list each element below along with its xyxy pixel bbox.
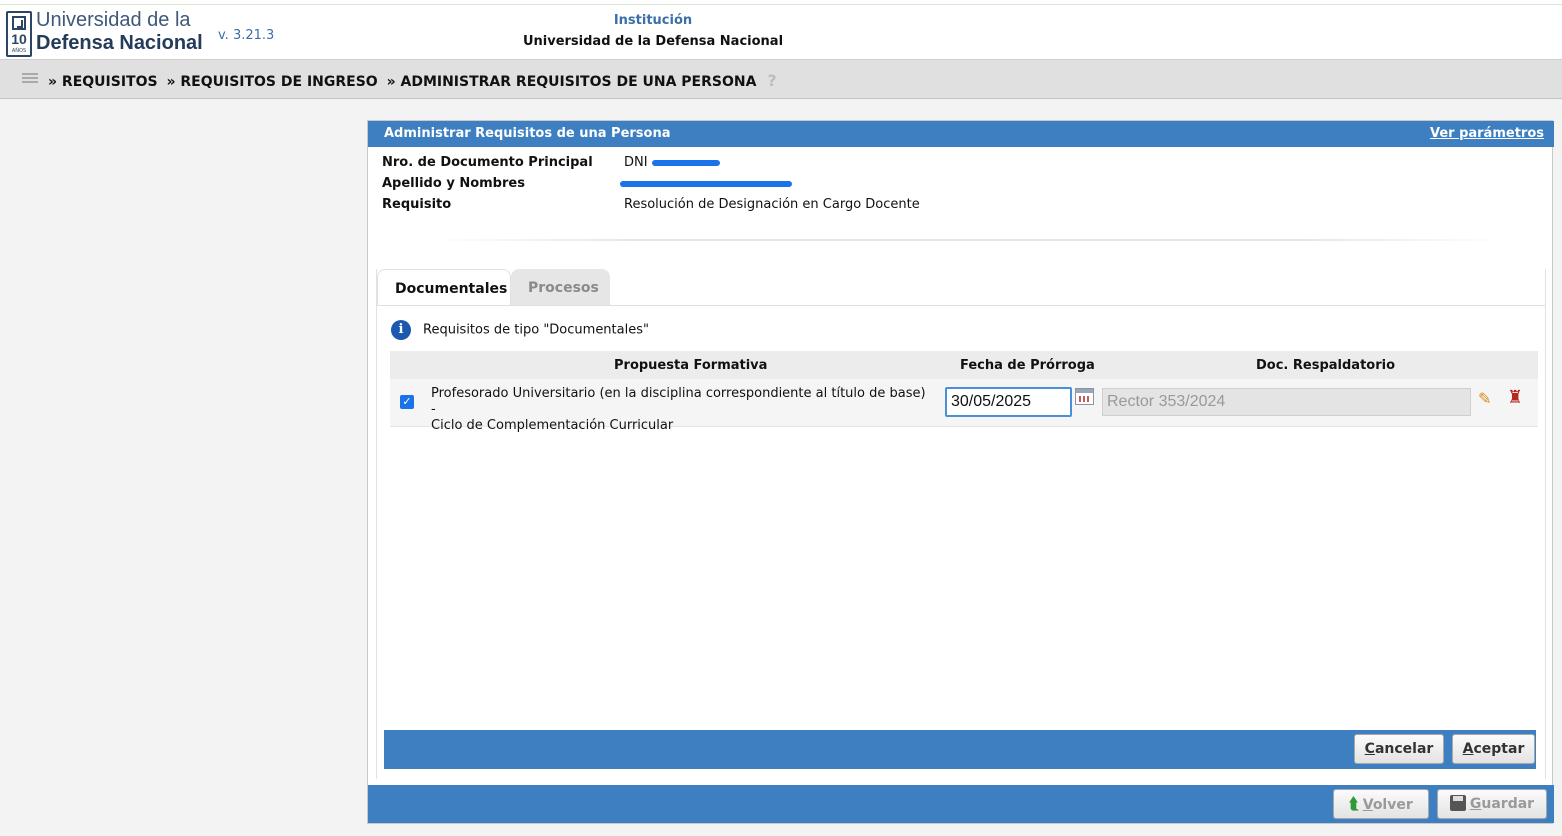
table-row: ✓ Profesorado Universitario (en la disci… — [390, 379, 1538, 433]
panel-footer: ⮬ Volver Guardar — [368, 785, 1554, 823]
navigation-bar: » REQUISITOS » REQUISITOS DE INGRESO » A… — [0, 59, 1562, 99]
info-row-requirement: Requisito Resolución de Designación en C… — [382, 197, 1282, 218]
propuesta-cell: Profesorado Universitario (en la discipl… — [431, 386, 926, 433]
column-header-doc: Doc. Respaldatorio — [1256, 358, 1396, 373]
name-value — [620, 176, 792, 191]
app-version: v. 3.21.3 — [218, 28, 275, 43]
tab-procesos[interactable]: Procesos — [511, 269, 610, 305]
institution-name: Universidad de la Defensa Nacional — [522, 34, 784, 49]
university-logo[interactable]: 10 AÑOS Universidad de la Defensa Nacion… — [6, 9, 206, 59]
breadcrumb-item-current: » ADMINISTRAR REQUISITOS DE UNA PERSONA — [386, 74, 757, 90]
tab-documentales[interactable]: Documentales — [377, 269, 511, 305]
main-panel: Administrar Requisitos de una Persona Ve… — [367, 120, 1554, 824]
save-disk-icon — [1449, 795, 1466, 811]
info-message-text: Requisitos de tipo "Documentales" — [423, 322, 649, 338]
edit-pencil-icon[interactable]: ✎ — [1478, 389, 1496, 408]
help-icon[interactable]: ? — [767, 71, 776, 90]
section-divider — [428, 239, 1508, 241]
tab-content: i Requisitos de tipo "Documentales" Propu… — [377, 305, 1545, 779]
logo-emblem-icon: 10 AÑOS — [6, 11, 32, 57]
logo-years: AÑOS — [11, 48, 27, 54]
breadcrumb: » REQUISITOS » REQUISITOS DE INGRESO » A… — [48, 71, 781, 90]
fecha-prorroga-input[interactable]: 30/05/2025 — [945, 387, 1072, 417]
person-info: Nro. de Documento Principal DNI Apellido… — [382, 155, 1282, 218]
cancel-button[interactable]: Cancelar — [1354, 734, 1444, 764]
panel-title: Administrar Requisitos de una Persona — [384, 126, 671, 141]
institution-label: Institución — [613, 13, 693, 28]
row-checkbox[interactable]: ✓ — [400, 395, 414, 409]
document-value: DNI — [624, 155, 720, 170]
back-button[interactable]: ⮬ Volver — [1333, 789, 1429, 819]
info-row-name: Apellido y Nombres — [382, 176, 1282, 197]
logo-text-line2: Defensa Nacional — [36, 32, 203, 54]
redaction-scribble — [651, 159, 720, 166]
breadcrumb-item-requisitos[interactable]: » REQUISITOS — [48, 74, 158, 90]
info-row-document: Nro. de Documento Principal DNI — [382, 155, 1282, 176]
column-header-fecha: Fecha de Prórroga — [960, 358, 1095, 373]
breadcrumb-item-requisitos-ingreso[interactable]: » REQUISITOS DE INGRESO — [166, 74, 377, 90]
name-label: Apellido y Nombres — [382, 176, 525, 191]
back-arrow-icon: ⮬ — [1349, 794, 1359, 813]
panel-header: Administrar Requisitos de una Persona Ve… — [368, 121, 1554, 147]
view-parameters-link[interactable]: Ver parámetros — [1430, 126, 1544, 141]
logo-text-line1: Universidad de la — [36, 9, 191, 31]
doc-respaldatorio-input: Rector 353/2024 — [1102, 388, 1471, 416]
requirements-table: Propuesta Formativa Fecha de Prórroga Do… — [390, 351, 1538, 433]
info-message: i Requisitos de tipo "Documentales" — [391, 320, 649, 340]
document-label: Nro. de Documento Principal — [382, 155, 593, 170]
calendar-icon[interactable] — [1075, 388, 1094, 405]
redaction-scribble — [620, 180, 792, 187]
dialog-footer: Cancelar Aceptar — [384, 730, 1536, 769]
info-icon: i — [391, 320, 411, 340]
clear-broom-icon[interactable]: ♜ — [1507, 387, 1529, 408]
table-header: Propuesta Formativa Fecha de Prórroga Do… — [390, 351, 1538, 379]
tabs-container: Documentales Procesos i Requisitos de tip… — [376, 269, 1546, 779]
column-header-propuesta: Propuesta Formativa — [614, 358, 768, 373]
logo-number: 10 — [11, 31, 27, 47]
requirement-value: Resolución de Designación en Cargo Docen… — [624, 197, 920, 212]
app-header: 10 AÑOS Universidad de la Defensa Nacion… — [0, 5, 1562, 59]
save-button[interactable]: Guardar — [1437, 789, 1547, 819]
accept-button[interactable]: Aceptar — [1452, 734, 1535, 764]
requirement-label: Requisito — [382, 197, 452, 212]
menu-list-icon[interactable] — [22, 73, 38, 87]
